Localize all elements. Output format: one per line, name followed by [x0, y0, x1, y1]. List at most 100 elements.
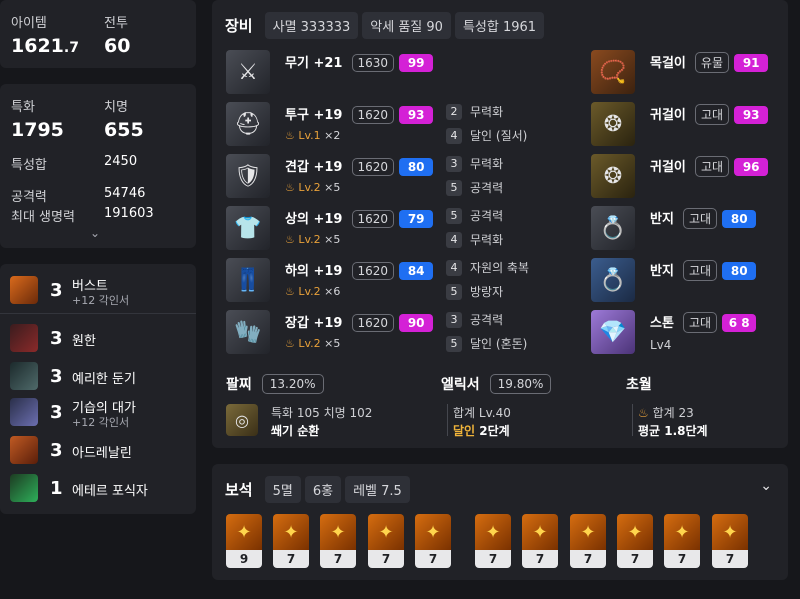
ability-line: 5 공격력 — [446, 179, 503, 196]
statsum-label: 특성합 — [11, 158, 47, 173]
crit-label: 치명 — [104, 100, 128, 115]
gloves-icon[interactable]: 🧤 — [226, 310, 270, 354]
spec-label: 특화 — [11, 100, 35, 115]
earring-icon[interactable]: ❂ — [591, 154, 635, 198]
engraving-item[interactable]: 3 예리한 둔기 — [0, 358, 196, 394]
transcend-avg: 평균 1.8단계 — [638, 424, 708, 438]
shoulder-tier: ♨ Lv.2 ×5 — [285, 181, 341, 194]
item-level-label: 아이템 — [11, 16, 47, 31]
engraving-card: 3 버스트 +12 각인서 3 원한 3 예리한 둔기 3 기습의 대가 +12… — [0, 264, 196, 514]
equip-row-pants[interactable]: 하의 +19 1620 84 — [285, 260, 434, 280]
gloves-tier: ♨ Lv.2 ×5 — [285, 337, 341, 350]
gems-title: 보석 — [225, 481, 253, 499]
gem-slot[interactable]: ✦ 7 — [570, 514, 606, 568]
ability-line: 5 방랑자 — [446, 283, 503, 300]
engraving-item[interactable]: 1 에테르 포식자 — [0, 470, 196, 506]
engraving-item[interactable]: 3 원한 — [0, 320, 196, 356]
gem-slot[interactable]: ✦ 7 — [617, 514, 653, 568]
helmet-icon[interactable]: ⛑ — [226, 102, 270, 146]
stone-level: Lv4 — [650, 338, 672, 352]
stone-icon[interactable]: 💎 — [591, 310, 635, 354]
burst-icon — [10, 276, 38, 304]
acc-quality-chip: 악세 품질 90 — [362, 12, 451, 39]
acc-row-ring[interactable]: 반지 고대 80 — [650, 208, 757, 229]
acc-row-necklace[interactable]: 목걸이 유물 91 — [650, 52, 769, 73]
item-level-value: 1621.7 — [11, 35, 79, 57]
statsum-value: 2450 — [104, 154, 138, 169]
engraving-item[interactable]: 3 기습의 대가 +12 각인서 — [0, 394, 196, 430]
gem-icon: ✦ — [617, 514, 653, 550]
pants-tier: ♨ Lv.2 ×6 — [285, 285, 341, 298]
transcend-title: 초월 — [626, 377, 652, 393]
ability-line: 5 달인 (혼돈) — [446, 335, 527, 352]
gem-icon: ✦ — [273, 514, 309, 550]
collapse-chevron-icon[interactable]: ⌄ — [760, 478, 772, 494]
chest-tier: ♨ Lv.2 ×5 — [285, 233, 341, 246]
equipment-title: 장비 — [225, 17, 253, 35]
gem-chip: 레벨 7.5 — [345, 476, 410, 503]
gem-icon: ✦ — [415, 514, 451, 550]
acc-row-earring[interactable]: 귀걸이 고대 93 — [650, 104, 769, 125]
stats-card: 특화 1795 치명 655 특성합 2450 공격력 54746 최대 생명력… — [0, 84, 196, 248]
statsum-chip: 특성합 1961 — [454, 12, 545, 39]
ability-line: 5 공격력 — [446, 207, 503, 224]
divider — [447, 404, 448, 436]
gem-icon: ✦ — [368, 514, 404, 550]
engraving-item[interactable]: 3 버스트 +12 각인서 — [0, 272, 196, 308]
gem-slot[interactable]: ✦ 7 — [522, 514, 558, 568]
acc-row-stone[interactable]: 스톤 고대 6 8 — [650, 312, 757, 333]
acc-row-ring[interactable]: 반지 고대 80 — [650, 260, 757, 281]
equip-row-weapon[interactable]: 무기 +21 1630 99 — [285, 52, 434, 72]
helmet-tier: ♨ Lv.1 ×2 — [285, 129, 341, 142]
gem-icon: ✦ — [320, 514, 356, 550]
earring-icon[interactable]: ❂ — [591, 102, 635, 146]
bracelet-effects: 쐐기 순환 — [271, 424, 320, 438]
elixir-total: 합계 Lv.40 — [453, 406, 511, 420]
weapon-icon[interactable]: ⚔ — [226, 50, 270, 94]
bracelet-icon[interactable]: ◎ — [226, 404, 258, 436]
atk-value: 54746 — [104, 186, 146, 201]
hp-label: 최대 생명력 — [11, 210, 75, 225]
gem-icon: ✦ — [570, 514, 606, 550]
necklace-icon[interactable]: 📿 — [591, 50, 635, 94]
gem-slot[interactable]: ✦ 7 — [273, 514, 309, 568]
gem-slot[interactable]: ✦ 7 — [712, 514, 748, 568]
equip-row-gloves[interactable]: 장갑 +19 1620 90 — [285, 312, 434, 332]
pants-icon[interactable]: 👖 — [226, 258, 270, 302]
summary-card: 아이템 1621.7 전투 60 — [0, 0, 196, 68]
grudge-icon — [10, 324, 38, 352]
transcend-total: ♨ 합계 23 — [638, 406, 694, 420]
gem-icon: ✦ — [522, 514, 558, 550]
adrenaline-icon — [10, 436, 38, 464]
gem-icon: ✦ — [475, 514, 511, 550]
elixir-effect: 달인 2단계 — [453, 424, 510, 438]
gem-icon: ✦ — [226, 514, 262, 550]
equip-row-shoulder[interactable]: 견갑 +19 1620 80 — [285, 156, 434, 176]
gem-slot[interactable]: ✦ 7 — [415, 514, 451, 568]
divider — [0, 313, 196, 314]
elixir-header: 엘릭서 19.80% — [441, 374, 552, 394]
equip-row-helmet[interactable]: 투구 +19 1620 93 — [285, 104, 434, 124]
set-chip: 사멸 333333 — [264, 12, 359, 39]
gem-icon: ✦ — [712, 514, 748, 550]
bracelet-stats: 특화 105 치명 102 — [271, 406, 373, 420]
ability-line: 4 자원의 축복 — [446, 259, 529, 276]
atk-label: 공격력 — [11, 190, 47, 205]
equip-row-chest[interactable]: 상의 +19 1620 79 — [285, 208, 434, 228]
ability-line: 4 달인 (질서) — [446, 127, 527, 144]
ambush-icon — [10, 398, 38, 426]
gem-slot[interactable]: ✦ 9 — [226, 514, 262, 568]
ability-line: 4 무력화 — [446, 231, 503, 248]
ring-icon[interactable]: 💍 — [591, 206, 635, 250]
gem-slot[interactable]: ✦ 7 — [475, 514, 511, 568]
ring-icon[interactable]: 💍 — [591, 258, 635, 302]
shoulder-icon[interactable]: 🛡 — [226, 154, 270, 198]
hp-value: 191603 — [104, 206, 154, 221]
gem-slot[interactable]: ✦ 7 — [320, 514, 356, 568]
expand-chevron-icon[interactable]: ⌄ — [90, 226, 100, 240]
gem-slot[interactable]: ✦ 7 — [368, 514, 404, 568]
gem-slot[interactable]: ✦ 7 — [664, 514, 700, 568]
acc-row-earring[interactable]: 귀걸이 고대 96 — [650, 156, 769, 177]
engraving-item[interactable]: 3 아드레날린 — [0, 432, 196, 468]
chest-icon[interactable]: 👕 — [226, 206, 270, 250]
